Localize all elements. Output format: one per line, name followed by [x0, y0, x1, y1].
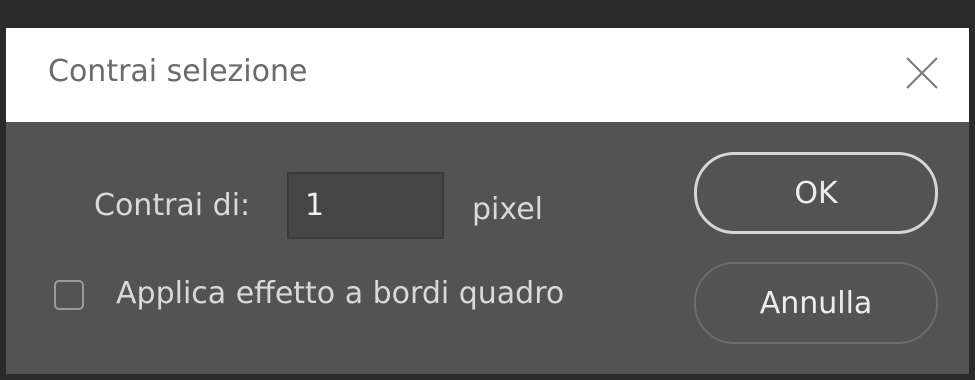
cancel-button-label: Annulla — [759, 285, 873, 321]
dialog-titlebar: Contrai selezione — [6, 28, 969, 122]
dialog-body: Contrai di: pixel Applica effetto a bord… — [6, 122, 969, 374]
ok-button[interactable]: OK — [694, 152, 938, 234]
contract-label: Contrai di: — [94, 188, 251, 223]
close-icon[interactable] — [903, 54, 941, 92]
contract-amount-input[interactable] — [287, 172, 444, 239]
dialog-title: Contrai selezione — [48, 54, 308, 89]
dialog-window: Contrai selezione Contrai di: pixel Appl… — [0, 0, 975, 380]
cancel-button[interactable]: Annulla — [694, 262, 938, 344]
checkbox-label: Applica effetto a bordi quadro — [116, 276, 565, 311]
square-edges-checkbox[interactable] — [54, 280, 84, 310]
ok-button-label: OK — [794, 175, 838, 211]
unit-label: pixel — [472, 192, 544, 227]
